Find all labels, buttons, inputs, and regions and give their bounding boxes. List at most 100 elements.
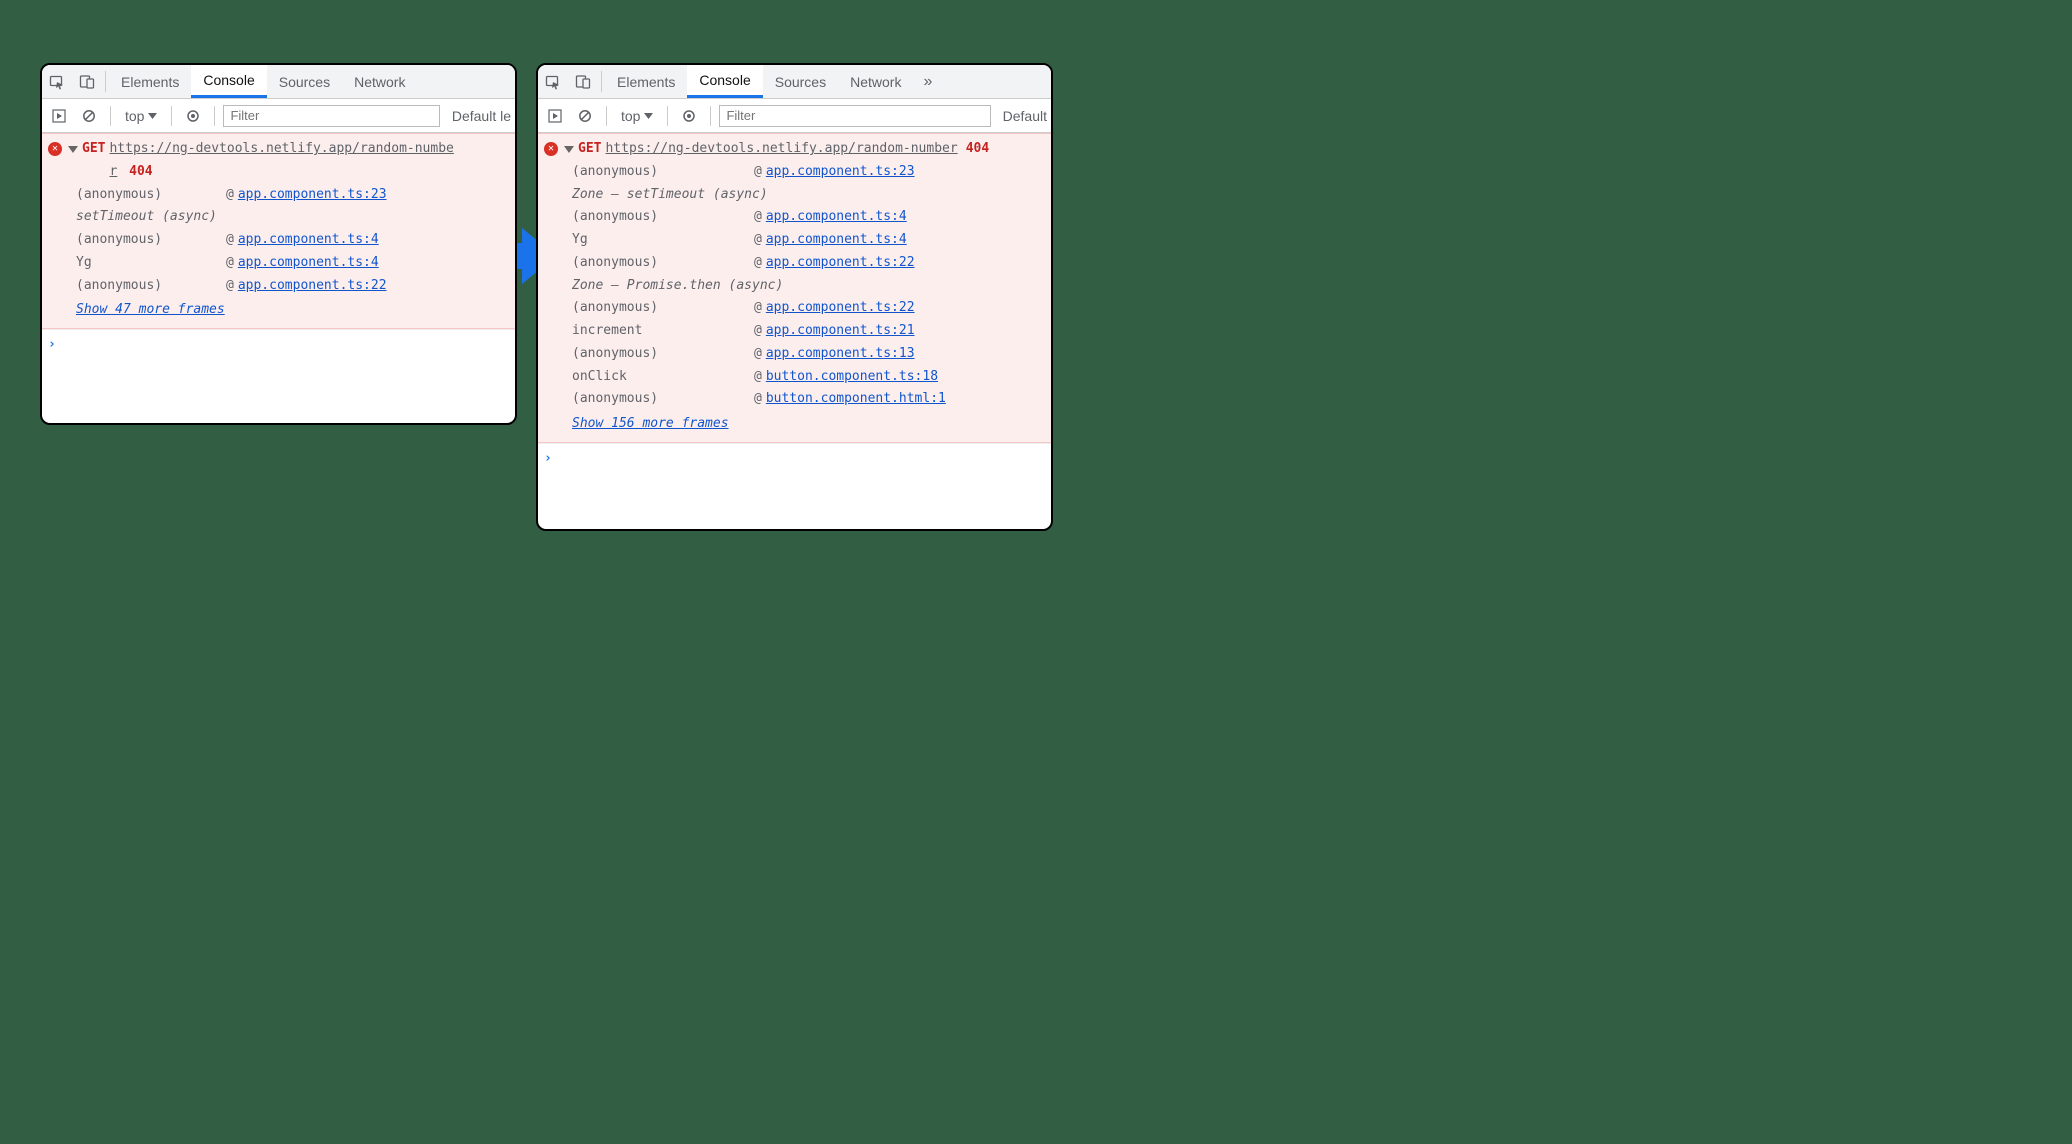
at-symbol: @	[754, 255, 762, 270]
at-symbol: @	[754, 300, 762, 315]
source-link[interactable]: app.component.ts:13	[766, 346, 915, 361]
sidebar-toggle-icon[interactable]	[542, 103, 568, 129]
show-more-frames-link[interactable]: Show 156 more frames	[572, 413, 729, 436]
frame-function: (anonymous)	[572, 206, 754, 229]
stack-trace: (anonymous)@app.component.ts:23Zone — se…	[572, 161, 1045, 411]
request-method: GET	[82, 138, 105, 161]
prompt-caret-icon: ›	[544, 451, 552, 466]
frame-function: (anonymous)	[76, 184, 226, 207]
stack-frame: increment@app.component.ts:21	[572, 320, 1045, 343]
stack-trace: (anonymous)@app.component.ts:23setTimeou…	[76, 184, 509, 298]
async-boundary: Zone — Promise.then (async)	[572, 275, 1045, 298]
at-symbol: @	[226, 232, 234, 247]
request-url[interactable]: https://ng-devtools.netlify.app/random-n…	[605, 138, 957, 161]
at-symbol: @	[754, 209, 762, 224]
stack-frame: (anonymous)@ app.component.ts:4	[76, 229, 509, 252]
error-message: ✕ GET https://ng-devtools.netlify.app/ra…	[42, 133, 515, 329]
source-link[interactable]: app.component.ts:23	[766, 164, 915, 179]
expand-toggle-icon[interactable]	[68, 146, 78, 153]
tab-network[interactable]: Network	[838, 65, 913, 98]
at-symbol: @	[754, 346, 762, 361]
async-boundary: Zone — setTimeout (async)	[572, 184, 1045, 207]
at-symbol: @	[754, 323, 762, 338]
source-link[interactable]: app.component.ts:4	[766, 209, 907, 224]
source-link[interactable]: button.component.html:1	[766, 391, 946, 406]
request-url-cont[interactable]: r	[109, 164, 117, 179]
inspect-icon[interactable]	[42, 65, 72, 98]
stack-frame: setTimeout (async)	[76, 206, 509, 229]
filter-input[interactable]	[223, 105, 439, 127]
source-link[interactable]: app.component.ts:4	[238, 232, 379, 247]
separator	[667, 106, 668, 126]
error-icon: ✕	[544, 142, 558, 156]
tab-network[interactable]: Network	[342, 65, 417, 98]
frame-function: Yg	[76, 252, 226, 275]
stack-frame: Yg@app.component.ts:4	[572, 229, 1045, 252]
device-toggle-icon[interactable]	[72, 65, 102, 98]
frame-location: @ app.component.ts:21	[754, 320, 915, 343]
context-selector[interactable]: top	[119, 108, 163, 124]
stack-frame: (anonymous)@app.component.ts:22	[572, 297, 1045, 320]
stack-frame: (anonymous)@ app.component.ts:4	[572, 206, 1045, 229]
source-link[interactable]: button.component.ts:18	[766, 369, 938, 384]
clear-console-icon[interactable]	[572, 103, 598, 129]
tab-console[interactable]: Console	[687, 65, 762, 98]
clear-console-icon[interactable]	[76, 103, 102, 129]
source-link[interactable]: app.component.ts:21	[766, 323, 915, 338]
tab-elements[interactable]: Elements	[605, 65, 687, 98]
console-prompt[interactable]: ›	[538, 443, 1051, 475]
live-expression-icon[interactable]	[180, 103, 206, 129]
at-symbol: @	[226, 187, 234, 202]
at-symbol: @	[754, 232, 762, 247]
inspect-icon[interactable]	[538, 65, 568, 98]
separator	[710, 106, 711, 126]
status-code: 404	[966, 138, 989, 161]
devtools-panel-after: Elements Console Sources Network » top D…	[536, 63, 1053, 531]
frame-function: (anonymous)	[76, 229, 226, 252]
devtools-panel-before: Elements Console Sources Network top Def…	[40, 63, 517, 425]
frame-location: @ app.component.ts:22	[226, 275, 387, 298]
stack-frame: Yg@app.component.ts:4	[76, 252, 509, 275]
tab-sources[interactable]: Sources	[763, 65, 838, 98]
frame-function: (anonymous)	[76, 275, 226, 298]
frame-function: (anonymous)	[572, 252, 754, 275]
log-levels-selector[interactable]: Default le	[444, 108, 511, 124]
more-tabs-button[interactable]: »	[913, 65, 942, 98]
tab-console[interactable]: Console	[191, 65, 266, 98]
frame-location: @ app.component.ts:22	[754, 252, 915, 275]
frame-location: @ app.component.ts:23	[226, 184, 387, 207]
tab-bar: Elements Console Sources Network	[42, 65, 515, 99]
at-symbol: @	[226, 278, 234, 293]
async-boundary: setTimeout (async)	[76, 206, 509, 229]
context-label: top	[621, 108, 640, 124]
log-levels-selector[interactable]: Default	[995, 108, 1047, 124]
separator	[214, 106, 215, 126]
stack-frame: (anonymous)@app.component.ts:13	[572, 343, 1045, 366]
status-code: 404	[129, 164, 152, 179]
stack-frame: (anonymous)@ app.component.ts:23	[76, 184, 509, 207]
show-more-frames-link[interactable]: Show 47 more frames	[76, 299, 225, 322]
source-link[interactable]: app.component.ts:4	[766, 232, 907, 247]
frame-function: onClick	[572, 366, 754, 389]
separator	[606, 106, 607, 126]
filter-input[interactable]	[719, 105, 990, 127]
expand-toggle-icon[interactable]	[564, 146, 574, 153]
prompt-caret-icon: ›	[48, 337, 56, 352]
stack-frame: Zone — Promise.then (async)	[572, 275, 1045, 298]
sidebar-toggle-icon[interactable]	[46, 103, 72, 129]
source-link[interactable]: app.component.ts:22	[766, 255, 915, 270]
at-symbol: @	[754, 369, 762, 384]
console-prompt[interactable]: ›	[42, 329, 515, 361]
device-toggle-icon[interactable]	[568, 65, 598, 98]
source-link[interactable]: app.component.ts:22	[238, 278, 387, 293]
source-link[interactable]: app.component.ts:22	[766, 300, 915, 315]
frame-location: @ app.component.ts:4	[754, 206, 907, 229]
live-expression-icon[interactable]	[676, 103, 702, 129]
context-selector[interactable]: top	[615, 108, 659, 124]
tab-elements[interactable]: Elements	[109, 65, 191, 98]
request-url[interactable]: https://ng-devtools.netlify.app/random-n…	[109, 141, 453, 156]
source-link[interactable]: app.component.ts:23	[238, 187, 387, 202]
stack-frame: Zone — setTimeout (async)	[572, 184, 1045, 207]
source-link[interactable]: app.component.ts:4	[238, 255, 379, 270]
tab-sources[interactable]: Sources	[267, 65, 342, 98]
